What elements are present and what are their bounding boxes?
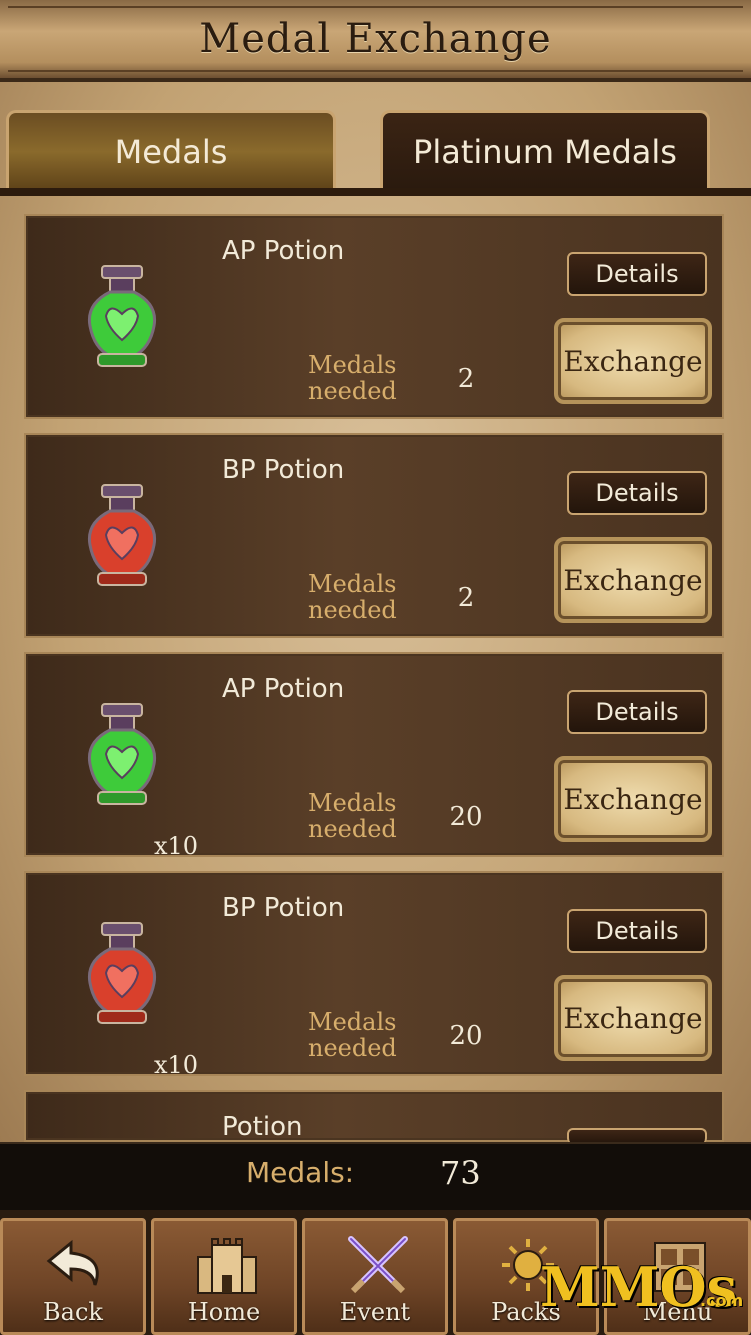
item-cost: 2 <box>457 364 475 394</box>
details-button[interactable]: Details <box>567 909 707 953</box>
tab-platinum-medals[interactable]: Platinum Medals <box>380 110 710 190</box>
red-potion-icon <box>80 483 164 591</box>
exchange-button[interactable]: Exchange <box>554 318 712 404</box>
tab-platinum-medals-label: Platinum Medals <box>413 132 677 171</box>
details-button[interactable]: Details <box>567 471 707 515</box>
medal-balance-bar: Medals: 73 <box>0 1142 751 1212</box>
page-title: Medal Exchange <box>199 16 552 62</box>
item-name: Potion <box>222 1112 303 1142</box>
crossed-swords-icon <box>348 1236 408 1294</box>
item-cost: 2 <box>457 583 475 613</box>
tab-medals[interactable]: Medals <box>6 110 336 190</box>
nav-event-label: Event <box>339 1298 411 1326</box>
exchange-button[interactable]: Exchange <box>554 756 712 842</box>
medals-needed-label: Medals needed <box>308 1008 397 1062</box>
exchange-item: AP Potion Medals needed 2 Details Exchan… <box>24 214 724 419</box>
red-potion-icon <box>80 921 164 1029</box>
green-potion-icon <box>80 702 164 810</box>
exchange-item: Potion <box>24 1090 724 1144</box>
castle-icon <box>197 1238 257 1294</box>
exchange-item: BP Potion Medals needed 2 Details Exchan… <box>24 433 724 638</box>
item-quantity: x10 <box>154 832 199 860</box>
item-name: AP Potion <box>222 236 345 266</box>
nav-back-button[interactable]: Back <box>0 1218 146 1335</box>
title-bar: Medal Exchange <box>0 0 751 82</box>
details-button[interactable]: Details <box>567 252 707 296</box>
tab-medals-label: Medals <box>114 132 228 171</box>
details-button[interactable]: Details <box>567 690 707 734</box>
nav-event-button[interactable]: Event <box>302 1218 448 1335</box>
item-name: AP Potion <box>222 674 345 704</box>
medals-needed-label: Medals needed <box>308 789 397 843</box>
medals-needed-label: Medals needed <box>308 570 397 624</box>
item-name: BP Potion <box>222 893 345 923</box>
medals-needed-label: Medals needed <box>308 351 397 405</box>
green-potion-icon <box>80 264 164 372</box>
medal-balance-label: Medals: <box>246 1156 355 1189</box>
medal-balance-value: 73 <box>440 1154 481 1192</box>
watermark-suffix: .com <box>700 1291 744 1310</box>
exchange-item: x10 BP Potion Medals needed 20 Details E… <box>24 871 724 1079</box>
exchange-button[interactable]: Exchange <box>554 975 712 1061</box>
exchange-item: x10 AP Potion Medals needed 20 Details E… <box>24 652 724 860</box>
nav-home-label: Home <box>187 1298 261 1326</box>
exchange-button[interactable]: Exchange <box>554 537 712 623</box>
item-name: BP Potion <box>222 455 345 485</box>
item-quantity: x10 <box>154 1051 199 1079</box>
watermark-logo: MMOs .com <box>540 1255 744 1325</box>
nav-back-label: Back <box>43 1298 103 1326</box>
tab-divider <box>0 188 751 196</box>
nav-home-button[interactable]: Home <box>151 1218 297 1335</box>
item-cost: 20 <box>449 1021 483 1051</box>
back-arrow-icon <box>46 1239 99 1286</box>
item-cost: 20 <box>449 802 483 832</box>
title-frame: Medal Exchange <box>8 6 743 72</box>
